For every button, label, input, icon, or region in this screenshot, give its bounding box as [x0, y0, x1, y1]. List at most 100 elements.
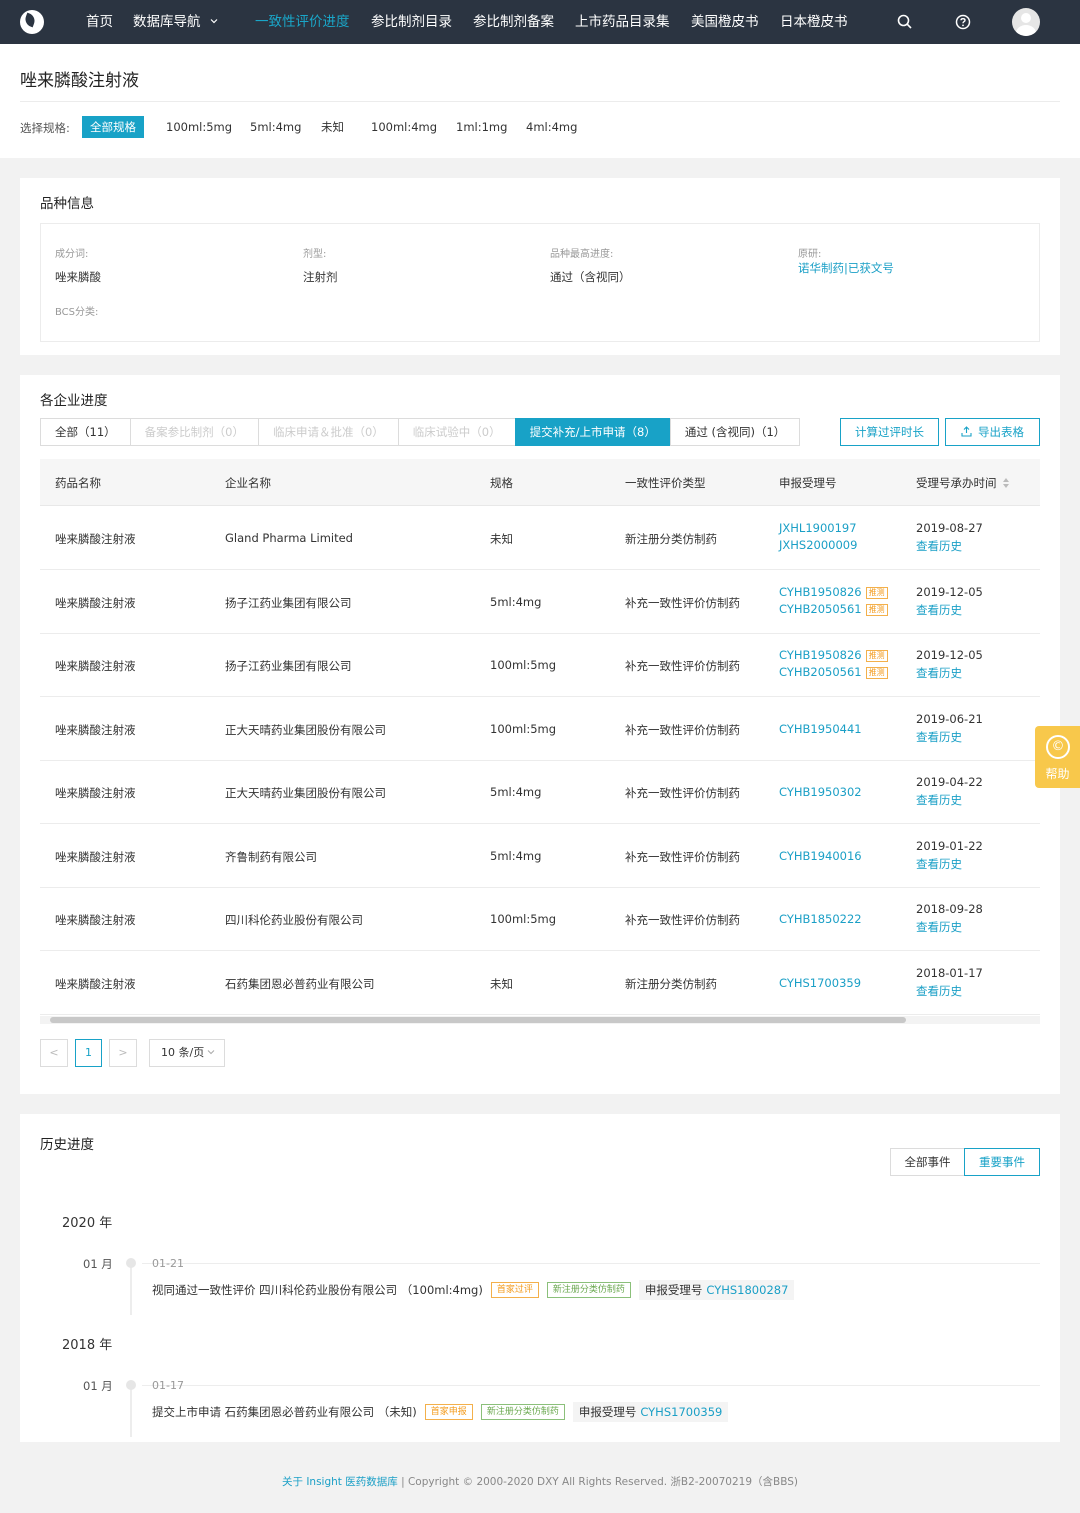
- spec-option[interactable]: 5ml:4mg: [242, 116, 309, 138]
- view-history-link[interactable]: 查看历史: [916, 665, 983, 681]
- cell-company: 齐鲁制药有限公司: [225, 849, 317, 864]
- cell-date: 2018-09-28 查看历史: [916, 902, 983, 935]
- page-size-select[interactable]: 10 条/页: [149, 1039, 225, 1067]
- info-value: 通过（含视同）: [550, 270, 631, 284]
- cell-reg-no: CYHB1950826 推测 CYHB2050561 推测: [779, 585, 888, 616]
- view-history-link[interactable]: 查看历史: [916, 856, 983, 872]
- calc-duration-button[interactable]: 计算过评时长: [840, 418, 939, 446]
- export-icon: [961, 426, 972, 437]
- reg-number-link[interactable]: JXHS2000009: [779, 538, 857, 552]
- info-value: 唑来膦酸: [55, 270, 101, 284]
- prev-page-button[interactable]: <: [40, 1039, 68, 1067]
- reg-no-line: CYHB1850222: [779, 912, 862, 926]
- logo-icon[interactable]: [20, 10, 44, 34]
- reg-no-line: CYHB1940016: [779, 849, 862, 863]
- help-circle-icon[interactable]: [954, 13, 972, 31]
- cell-spec: 5ml:4mg: [490, 594, 542, 609]
- all-events-button[interactable]: 全部事件: [890, 1148, 965, 1176]
- col-date[interactable]: 受理号承办时间: [916, 475, 1009, 491]
- cell-reg-no: CYHB1850222: [779, 912, 862, 926]
- next-page-button[interactable]: >: [109, 1039, 137, 1067]
- tab-submitted[interactable]: 提交补充/上市申请（8）: [514, 418, 671, 446]
- nav-database-menu[interactable]: 数据库导航: [133, 0, 218, 44]
- scroll-thumb[interactable]: [50, 1017, 906, 1023]
- cell-spec: 5ml:4mg: [490, 785, 542, 799]
- table-row: 唑来膦酸注射液 四川科伦药业股份有限公司 100ml:5mg 补充一致性评价仿制药 CY…: [40, 887, 1040, 951]
- event-tag: 新注册分类仿制药: [546, 1282, 631, 1298]
- copyright-text: | Copyright © 2000-2020 DXY All Rights R…: [401, 1476, 799, 1488]
- reg-number-link[interactable]: CYHS1800287: [706, 1283, 788, 1297]
- spec-option[interactable]: 4ml:4mg: [518, 116, 585, 138]
- date-text: 2018-09-28: [916, 902, 983, 916]
- view-history-link[interactable]: 查看历史: [916, 729, 983, 745]
- event-text: 视同通过一致性评价 四川科伦药业股份有限公司 （100ml:4mg): [152, 1283, 483, 1297]
- reg-no-line: CYHB2050561 推测: [779, 665, 888, 679]
- search-icon[interactable]: [896, 13, 914, 31]
- nav-jp-orange-book[interactable]: 日本橙皮书: [780, 0, 848, 44]
- originator-link[interactable]: 诺华制药|已获文号: [798, 261, 894, 275]
- status-tabs: 全部（11） 备案参比制剂（0） 临床申请＆批准（0） 临床试验中（0） 提交补…: [40, 418, 801, 446]
- reg-no-line: CYHB1950302: [779, 785, 862, 799]
- cell-spec: 100ml:5mg: [490, 912, 557, 926]
- cell-date: 2019-12-05 查看历史: [916, 585, 983, 618]
- about-link[interactable]: 关于 Insight 医药数据库: [282, 1476, 398, 1488]
- spec-all[interactable]: 全部规格: [82, 116, 144, 138]
- nav-consistency-progress[interactable]: 一致性评价进度: [255, 0, 350, 44]
- view-history-link[interactable]: 查看历史: [916, 792, 983, 808]
- spec-option[interactable]: 未知: [313, 116, 352, 138]
- nav-reference-catalog[interactable]: 参比制剂目录: [371, 0, 452, 44]
- tab-clinical-trial[interactable]: 临床试验中（0）: [397, 418, 516, 446]
- nav-us-orange-book[interactable]: 美国橙皮书: [691, 0, 759, 44]
- reg-number-link[interactable]: CYHB1950826: [779, 648, 862, 662]
- history-event: 提交上市申请 石药集团恩必普药业有限公司 （未知) 首家申报 新注册分类仿制药 …: [152, 1402, 729, 1422]
- reg-number-link[interactable]: CYHB1950302: [779, 785, 862, 799]
- spec-option[interactable]: 1ml:1mg: [448, 116, 515, 138]
- tab-passed[interactable]: 通过 (含视同)（1）: [669, 418, 801, 446]
- page-1[interactable]: 1: [75, 1039, 102, 1067]
- spec-option[interactable]: 100ml:5mg: [158, 116, 240, 138]
- timeline-dot: [126, 1380, 136, 1390]
- reg-number-link[interactable]: CYHB2050561: [779, 602, 862, 616]
- reg-number-link[interactable]: CYHB1950441: [779, 722, 862, 736]
- nav-marketed-catalog[interactable]: 上市药品目录集: [575, 0, 670, 44]
- reg-number-link[interactable]: CYHS1700359: [640, 1405, 722, 1419]
- reg-number-link[interactable]: CYHB1940016: [779, 849, 862, 863]
- cell-reg-no: CYHB1940016: [779, 849, 862, 863]
- date-text: 2019-06-21: [916, 711, 983, 726]
- help-label: 帮助: [1045, 767, 1070, 781]
- sort-icon[interactable]: [1002, 478, 1009, 488]
- export-table-button[interactable]: 导出表格: [945, 418, 1040, 446]
- cell-company: 石药集团恩必普药业有限公司: [225, 976, 375, 991]
- reg-number-link[interactable]: JXHL1900197: [779, 521, 857, 535]
- date-text: 2019-01-22: [916, 838, 983, 853]
- reg-no-line: JXHL1900197: [779, 521, 857, 535]
- variety-info-box: 成分词: 唑来膦酸 剂型: 注射剂 品种最高进度: 通过（含视同） 原研: 诺华…: [40, 223, 1040, 342]
- timeline-divider: [142, 1385, 1040, 1386]
- cell-type: 补充一致性评价仿制药: [625, 849, 740, 864]
- cell-type: 补充一致性评价仿制药: [625, 595, 740, 610]
- reg-number-link[interactable]: CYHB1950826: [779, 585, 862, 599]
- info-originator: 原研: 诺华制药|已获文号: [798, 245, 894, 276]
- tab-clinical-application[interactable]: 临床申请＆批准（0）: [257, 418, 399, 446]
- table-row: 唑来膦酸注射液 正大天晴药业集团股份有限公司 100ml:5mg 补充一致性评价仿制药…: [40, 697, 1040, 761]
- cell-reg-no: CYHB1950826 推测 CYHB2050561 推测: [779, 648, 888, 679]
- view-history-link[interactable]: 查看历史: [916, 538, 983, 554]
- view-history-link[interactable]: 查看历史: [916, 602, 983, 618]
- variety-info-title: 品种信息: [40, 196, 94, 212]
- view-history-link[interactable]: 查看历史: [916, 919, 983, 935]
- spec-option[interactable]: 100ml:4mg: [363, 116, 445, 138]
- tab-all[interactable]: 全部（11）: [40, 418, 131, 446]
- reg-number-link[interactable]: CYHB2050561: [779, 665, 862, 679]
- reg-number-link[interactable]: CYHS1700359: [779, 976, 861, 990]
- avatar[interactable]: [1012, 8, 1040, 36]
- nav-home[interactable]: 首页: [86, 0, 113, 44]
- help-widget[interactable]: 帮助: [1035, 726, 1080, 788]
- horizontal-scrollbar[interactable]: [40, 1016, 1040, 1024]
- important-events-button[interactable]: 重要事件: [964, 1148, 1040, 1176]
- nav-reference-filing[interactable]: 参比制剂备案: [473, 0, 554, 44]
- event-tag: 新注册分类仿制药: [480, 1404, 565, 1420]
- view-history-link[interactable]: 查看历史: [916, 983, 983, 999]
- reg-label: 申报受理号: [644, 1283, 703, 1297]
- tab-reference-filing[interactable]: 备案参比制剂（0）: [129, 418, 259, 446]
- reg-number-link[interactable]: CYHB1850222: [779, 912, 862, 926]
